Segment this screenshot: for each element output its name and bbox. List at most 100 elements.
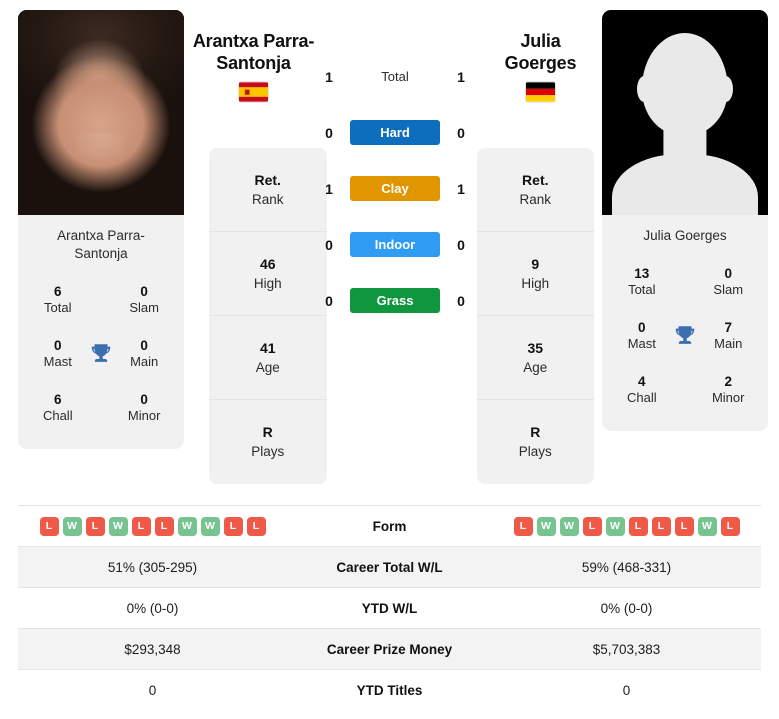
stat-slam-label-right: Slam (713, 282, 744, 297)
stat-main-right: 7 Main (698, 320, 758, 352)
player-name-right-line2: Goerges (504, 53, 577, 73)
form-cell-right: LWWLWLLLWL (492, 516, 761, 536)
titles-row-chall-minor-left: 6 Chall 0 Minor (28, 381, 174, 435)
stat-mast-label-right: Mast (627, 336, 656, 351)
stat-minor-label-left: Minor (127, 408, 161, 423)
info-plays-value-left: R (262, 424, 273, 440)
table-label-ytd-wl: YTD W/L (361, 600, 418, 616)
form-badge-left-3[interactable]: W (108, 516, 128, 536)
stat-main-left: 0 Main (114, 338, 174, 370)
info-cell-rank-right: Ret. Rank (476, 148, 595, 232)
info-high-label-right: High (521, 275, 550, 291)
stat-slam-left: 0 Slam (114, 284, 174, 316)
stat-mast-label-left: Mast (43, 354, 72, 369)
player-card-name-right: Julia Goerges (602, 215, 768, 255)
stat-slam-value-left: 0 (140, 284, 148, 299)
form-badge-right-1[interactable]: W (536, 516, 556, 536)
titles-row-total-slam-left: 6 Total 0 Slam (28, 273, 174, 327)
form-strip-left: LWLWLLWWLL (39, 516, 266, 536)
form-badge-left-0[interactable]: L (39, 516, 59, 536)
form-badge-left-2[interactable]: L (85, 516, 105, 536)
stat-minor-label-right: Minor (711, 390, 745, 405)
form-badge-right-3[interactable]: L (582, 516, 602, 536)
surface-total-label: Total (381, 69, 409, 84)
info-rank-value-right: Ret. (522, 171, 549, 188)
stat-minor-value-left: 0 (140, 392, 148, 407)
career-prize-money-right: $5,703,383 (592, 641, 661, 657)
germany-flag-icon (526, 82, 555, 102)
form-badge-right-9[interactable]: L (720, 516, 740, 536)
silhouette-head (641, 32, 729, 136)
info-plays-label-right: Plays (518, 444, 552, 459)
form-badge-left-5[interactable]: L (154, 516, 174, 536)
table-row-ytd-wl: 0% (0-0) YTD W/L 0% (0-0) (18, 588, 761, 629)
titles-row-mast-main-right: 0 Mast 7 Main (612, 309, 758, 363)
form-badge-right-5[interactable]: L (628, 516, 648, 536)
player-card-right[interactable]: Julia Goerges 13 Total 0 Slam 0 Mast 7 M… (602, 10, 768, 431)
trophy-icon-left (88, 341, 115, 367)
info-high-value-left: 46 (259, 255, 276, 272)
info-cell-age-right: 35 Age (476, 316, 595, 400)
titles-grid-left: 6 Total 0 Slam 0 Mast 0 Main 6 Chall 0 M… (18, 273, 184, 449)
form-badge-right-7[interactable]: L (674, 516, 694, 536)
ytd-titles-right: 0 (622, 683, 631, 698)
player-photo-right (602, 10, 768, 215)
form-badge-right-8[interactable]: W (697, 516, 717, 536)
info-rank-label-left: Rank (251, 191, 284, 207)
form-badge-right-2[interactable]: W (559, 516, 579, 536)
info-cell-high-left: 46 High (208, 232, 327, 316)
stat-minor-value-right: 2 (724, 374, 732, 389)
trophy-icon-right (672, 323, 699, 349)
stat-main-value-right: 7 (724, 320, 732, 335)
table-row-career-total-wl: 51% (305-295) Career Total W/L 59% (468-… (18, 547, 761, 588)
info-cell-age-left: 41 Age (208, 316, 327, 400)
player-name-header-left: Arantxa Parra- Santonja (186, 30, 321, 102)
info-high-value-right: 9 (531, 255, 540, 272)
player-card-name-right-line1: Julia Goerges (643, 228, 727, 243)
surface-hard-left-score: 0 (325, 124, 333, 141)
surface-row-grass: 0 Grass 0 (320, 282, 470, 319)
surface-total-right-score: 1 (457, 68, 465, 85)
info-rank-label-right: Rank (519, 191, 552, 207)
player-name-left-line1: Arantxa Parra- (192, 31, 315, 51)
player-name-header-right: Julia Goerges (473, 30, 608, 102)
ytd-titles-left: 0 (148, 683, 157, 698)
player-card-left[interactable]: Arantxa Parra- Santonja 6 Total 0 Slam 0… (18, 10, 184, 449)
titles-row-total-slam-right: 13 Total 0 Slam (612, 255, 758, 309)
surface-clay-right-score: 1 (457, 180, 465, 197)
spain-flag-icon (239, 82, 268, 102)
info-plays-label-left: Plays (251, 444, 285, 459)
form-badge-left-6[interactable]: W (177, 516, 197, 536)
player-comparison-page: Arantxa Parra- Santonja 6 Total 0 Slam 0… (0, 0, 779, 719)
form-badge-right-4[interactable]: W (605, 516, 625, 536)
stat-total-left: 6 Total (28, 284, 88, 316)
career-total-wl-right: 59% (468-331) (581, 559, 672, 575)
surface-hard-right-score: 0 (457, 124, 465, 141)
info-age-value-left: 41 (259, 339, 276, 356)
info-plays-value-right: R (530, 424, 541, 440)
surface-grass-bar[interactable]: Grass (350, 288, 440, 313)
surface-clay-bar[interactable]: Clay (350, 176, 440, 201)
form-badge-right-6[interactable]: L (651, 516, 671, 536)
form-badge-left-1[interactable]: W (62, 516, 82, 536)
surface-indoor-bar[interactable]: Indoor (350, 232, 440, 257)
stat-total-label-left: Total (44, 300, 72, 315)
form-badge-right-0[interactable]: L (513, 516, 533, 536)
surface-grass-left-score: 0 (325, 292, 333, 309)
stat-chall-label-left: Chall (42, 408, 73, 423)
career-total-wl-left: 51% (305-295) (107, 559, 198, 575)
form-badge-left-4[interactable]: L (131, 516, 151, 536)
form-badge-left-9[interactable]: L (246, 516, 266, 536)
player-photo-left (18, 10, 184, 215)
stat-minor-right: 2 Minor (698, 374, 758, 406)
info-column-right: Ret. Rank 9 High 35 Age R Plays (476, 148, 595, 484)
ytd-wl-right: 0% (0-0) (600, 600, 653, 616)
surface-hard-bar[interactable]: Hard (350, 120, 440, 145)
table-row-career-prize-money: $293,348 Career Prize Money $5,703,383 (18, 629, 761, 670)
form-badge-left-7[interactable]: W (200, 516, 220, 536)
surface-indoor-left-score: 0 (325, 236, 333, 253)
info-column-left: Ret. Rank 46 High 41 Age R Plays (208, 148, 327, 484)
player-name-left-line2: Santonja (216, 53, 291, 73)
form-badge-left-8[interactable]: L (223, 516, 243, 536)
stat-mast-right: 0 Mast (612, 320, 672, 352)
